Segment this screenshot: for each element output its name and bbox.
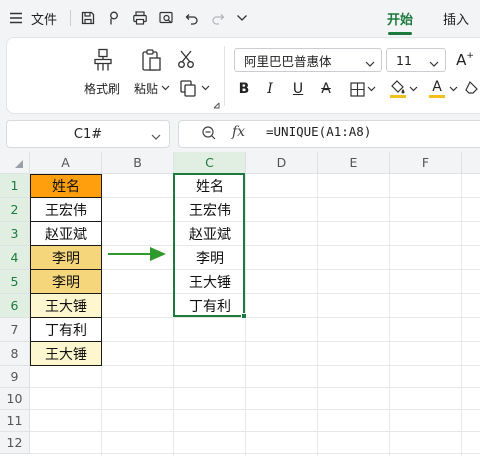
cell-a4[interactable]: 李明: [30, 246, 102, 270]
bold-button[interactable]: B: [236, 79, 252, 99]
font-color-button[interactable]: A: [428, 76, 446, 100]
clear-format-icon[interactable]: [464, 78, 480, 98]
row-header-4[interactable]: 4: [0, 246, 30, 270]
redo-icon[interactable]: [208, 0, 228, 36]
copy-icon[interactable]: [178, 78, 198, 98]
italic-button[interactable]: I: [262, 79, 278, 99]
row-header-3[interactable]: 3: [0, 222, 30, 246]
tab-home[interactable]: 开始: [382, 0, 418, 36]
paste-dropdown-icon[interactable]: [160, 84, 170, 92]
font-size-value: 11: [396, 52, 412, 68]
chevron-down-icon[interactable]: [234, 0, 250, 36]
font-size-select[interactable]: 11: [386, 48, 446, 72]
file-menu[interactable]: 文件: [30, 0, 58, 36]
strikethrough-button[interactable]: A: [318, 79, 334, 99]
clipboard-expand-icon[interactable]: [212, 101, 220, 109]
format-painter-label[interactable]: 格式刷: [84, 80, 120, 97]
column-header-c[interactable]: C: [174, 152, 246, 174]
column-header-d[interactable]: D: [246, 152, 318, 174]
print-icon[interactable]: [130, 0, 150, 36]
print-preview-icon[interactable]: [156, 0, 176, 36]
column-header-a[interactable]: A: [30, 152, 102, 174]
hamburger-menu-icon[interactable]: [6, 0, 26, 36]
export-pdf-icon[interactable]: [104, 0, 124, 36]
fill-handle[interactable]: [241, 313, 247, 319]
cell-a6[interactable]: 王大锤: [30, 294, 102, 318]
row-header-9[interactable]: 9: [0, 366, 30, 388]
borders-dropdown-icon[interactable]: [366, 85, 376, 93]
cut-icon[interactable]: [176, 48, 196, 70]
name-box-value: C1#: [73, 126, 103, 142]
name-box[interactable]: C1#: [6, 120, 170, 148]
font-name-value: 阿里巴巴普惠体: [244, 53, 332, 69]
save-icon[interactable]: [78, 0, 98, 36]
row-header-11[interactable]: 11: [0, 410, 30, 432]
column-header-e[interactable]: E: [318, 152, 390, 174]
tab-active-indicator: [388, 32, 412, 35]
chevron-down-icon: [365, 56, 375, 71]
row-header-2[interactable]: 2: [0, 198, 30, 222]
row-header-6[interactable]: 6: [0, 294, 30, 318]
insert-function-button[interactable]: fx: [232, 124, 245, 140]
cell-a7[interactable]: 丁有利: [30, 318, 102, 342]
cell-a1[interactable]: 姓名: [30, 174, 102, 198]
undo-icon[interactable]: [182, 0, 202, 36]
increase-font-size-button[interactable]: A +: [454, 50, 476, 70]
copy-dropdown-icon[interactable]: [200, 84, 210, 92]
row-header-12[interactable]: 12: [0, 432, 30, 454]
font-name-select[interactable]: 阿里巴巴普惠体: [234, 48, 382, 72]
cell-a3[interactable]: 赵亚斌: [30, 222, 102, 246]
paste-icon[interactable]: [138, 46, 164, 74]
row-header-10[interactable]: 10: [0, 388, 30, 410]
menu-bar: 文件 开始 插入: [0, 0, 480, 36]
font-color-icon: A: [432, 78, 442, 95]
borders-icon[interactable]: [348, 79, 366, 99]
cell-a2[interactable]: 王宏伟: [30, 198, 102, 222]
zoom-search-icon[interactable]: [200, 124, 218, 142]
underline-button[interactable]: U: [290, 79, 306, 99]
paste-label[interactable]: 粘贴: [134, 80, 158, 97]
spill-range-selection: [173, 173, 245, 317]
cell-a8[interactable]: 王大锤: [30, 342, 102, 366]
row-header-8[interactable]: 8: [0, 342, 30, 366]
column-header-f[interactable]: F: [390, 152, 462, 174]
cell-a5[interactable]: 李明: [30, 270, 102, 294]
increase-font-size-icon: A: [456, 51, 467, 69]
format-painter-icon[interactable]: [90, 46, 116, 74]
formula-text: =UNIQUE(A1:A8): [266, 124, 372, 139]
chevron-down-icon: [429, 56, 439, 71]
fill-color-dropdown-icon[interactable]: [408, 85, 418, 93]
row-header-7[interactable]: 7: [0, 318, 30, 342]
chevron-down-icon: [151, 130, 161, 145]
row-header-1[interactable]: 1: [0, 174, 30, 198]
column-header-b[interactable]: B: [102, 152, 174, 174]
fill-color-icon[interactable]: [388, 78, 408, 100]
row-header-5[interactable]: 5: [0, 270, 30, 294]
font-color-dropdown-icon[interactable]: [448, 85, 458, 93]
arrow-right-icon: [106, 244, 170, 264]
tab-insert[interactable]: 插入: [438, 0, 474, 36]
select-all-corner[interactable]: [0, 152, 30, 174]
